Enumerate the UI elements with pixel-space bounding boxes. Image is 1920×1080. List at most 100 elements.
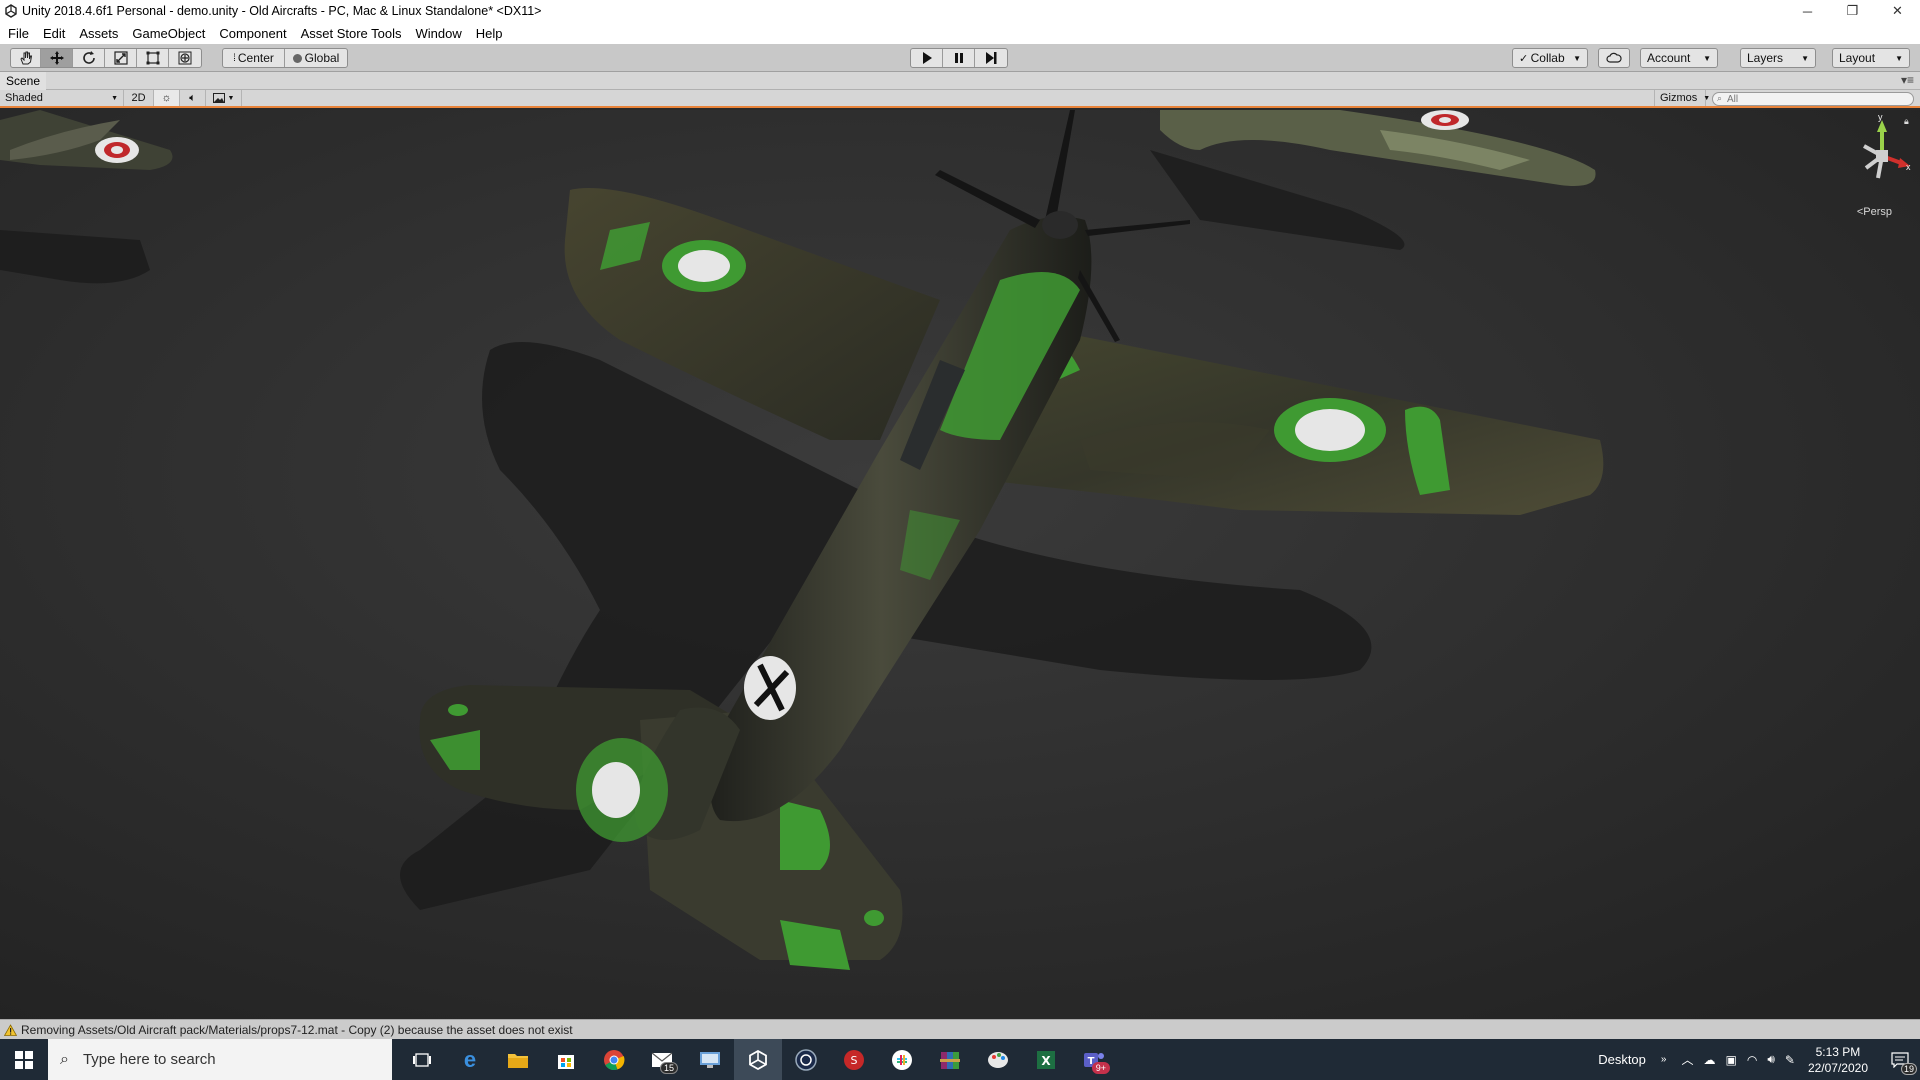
minimize-button[interactable]: ─ [1785,0,1830,22]
taskbar-paint[interactable] [974,1039,1022,1080]
menu-component[interactable]: Component [219,26,286,41]
taskbar-edge[interactable]: e [446,1039,494,1080]
menu-file[interactable]: File [8,26,29,41]
projection-toggle[interactable]: <Persp [1857,206,1892,218]
play-button[interactable] [911,49,943,67]
lock-icon[interactable]: 🔒︎ [1904,116,1909,127]
globe-icon [292,53,302,63]
taskbar-unity[interactable] [734,1039,782,1080]
task-view-button[interactable] [398,1039,446,1080]
taskbar-slack[interactable] [878,1039,926,1080]
menu-edit[interactable]: Edit [43,26,65,41]
pivot-space-button[interactable]: Global [285,49,347,67]
unity-logo-icon [4,4,18,18]
tab-menu-icon[interactable]: ▾≡ [1901,73,1914,87]
taskbar-clock[interactable]: 5:13 PM 22/07/2020 [1808,1044,1868,1076]
close-button[interactable]: ✕ [1875,0,1920,22]
layout-dropdown[interactable]: Layout ▼ [1832,48,1910,68]
archive-icon [940,1051,960,1069]
main-toolbar: ⁞ Center Global ✓ Collab ▼ Account ▼ Lay… [0,44,1920,72]
volume-icon[interactable]: 🔊︎ [1767,1052,1775,1067]
move-icon [49,51,64,65]
taskbar-mail[interactable]: 15 [638,1039,686,1080]
menu-window[interactable]: Window [416,26,462,41]
scene-viewport[interactable]: y x 🔒︎ <Persp [0,110,1920,1019]
scene-render [0,110,1920,1019]
scale-tool-button[interactable] [105,49,137,67]
fuselage-cross-marking [744,656,796,720]
wifi-icon[interactable]: ◠ [1747,1053,1757,1067]
audio-toggle[interactable]: 🔈︎ [180,90,206,106]
menu-asset-store-tools[interactable]: Asset Store Tools [301,26,402,41]
taskbar-store[interactable] [542,1039,590,1080]
scene-tab-bar: Scene ▾≡ [0,72,1920,90]
pen-ink-icon[interactable]: ✎ [1785,1053,1795,1067]
tab-scene[interactable]: Scene [0,72,47,90]
taskbar-winrar[interactable] [926,1039,974,1080]
scene-control-bar: Shaded ▼ 2D ☼ 🔈︎ ▼ Gizmos ▼ ⌕ All [0,90,1920,108]
pause-button[interactable] [943,49,975,67]
axis-gizmo-icon [1863,120,1910,179]
notification-center-button[interactable]: 19 [1880,1039,1920,1080]
rotate-icon [82,51,95,64]
gizmos-dropdown[interactable]: Gizmos ▼ [1654,90,1710,106]
gizmo-y-label: y [1878,112,1883,122]
taskbar-excel[interactable]: X [1022,1039,1070,1080]
start-button[interactable] [0,1039,48,1080]
lighting-toggle[interactable]: ☼ [154,90,180,106]
menu-gameobject[interactable]: GameObject [132,26,205,41]
mode-2d-toggle[interactable]: 2D [124,90,154,106]
network-status-icon[interactable]: ▣ [1725,1053,1736,1067]
step-button[interactable] [975,49,1007,67]
taskbar-search-input[interactable]: ⌕ Type here to search [48,1039,392,1080]
rotate-tool-button[interactable] [73,49,105,67]
double-chevron-icon[interactable]: » [1661,1054,1667,1065]
chevron-down-icon: ▼ [227,94,235,102]
combined-transform-icon [178,51,192,65]
pivot-icon: ⁞ [233,52,236,64]
orientation-gizmo[interactable]: y x 🔒︎ [1852,112,1912,206]
onedrive-cloud-icon[interactable]: ☁ [1703,1053,1715,1067]
layers-dropdown[interactable]: Layers ▼ [1740,48,1816,68]
edge-icon: e [463,1046,477,1072]
taskbar-chrome[interactable] [590,1039,638,1080]
restore-button[interactable]: ❐ [1830,0,1875,22]
warning-icon [4,1023,17,1036]
move-tool-button[interactable] [41,49,73,67]
taskbar-cinema4d[interactable] [782,1039,830,1080]
taskbar-file-explorer[interactable] [494,1039,542,1080]
cloud-button[interactable] [1598,48,1630,68]
show-hidden-icons-icon[interactable]: ︿ [1681,1051,1693,1068]
menu-help[interactable]: Help [476,26,503,41]
hand-tool-button[interactable] [11,49,41,67]
collab-dropdown[interactable]: ✓ Collab ▼ [1512,48,1588,68]
chevron-down-icon: ▼ [1895,53,1903,63]
search-icon: ⌕ [60,1050,69,1068]
cinema4d-icon [795,1048,817,1071]
windows-taskbar: ⌕ Type here to search e 15 S X T 9+ Desk… [0,1039,1920,1080]
console-status-bar[interactable]: Removing Assets/Old Aircraft pack/Materi… [0,1019,1920,1039]
chevron-down-icon: ▼ [1703,94,1711,102]
task-view-icon [413,1052,431,1067]
shading-mode-dropdown[interactable]: Shaded ▼ [0,90,124,106]
account-dropdown[interactable]: Account ▼ [1640,48,1718,68]
pivot-group: ⁞ Center Global [222,48,348,68]
taskbar-substance[interactable]: S [830,1039,878,1080]
pivot-center-button[interactable]: ⁞ Center [223,49,285,67]
scene-search-input[interactable]: ⌕ All [1712,92,1914,106]
taskbar-teams[interactable]: T 9+ [1070,1039,1118,1080]
menu-assets[interactable]: Assets [79,26,118,41]
chevron-down-icon: ▼ [1801,53,1809,63]
svg-text:X: X [1041,1054,1051,1068]
taskbar-remote-desktop[interactable] [686,1039,734,1080]
teams-badge: 9+ [1091,1062,1110,1074]
rect-tool-button[interactable] [137,49,169,67]
effects-dropdown[interactable]: ▼ [206,90,242,106]
transform-tool-button[interactable] [169,49,201,67]
chevron-down-icon: ▼ [1703,53,1711,63]
remote-desktop-icon [700,1051,720,1068]
title-bar: Unity 2018.4.6f1 Personal - demo.unity -… [0,0,1920,22]
desktop-toolbar-label[interactable]: Desktop [1598,1052,1646,1067]
menu-bar: File Edit Assets GameObject Component As… [0,22,1920,44]
folder-icon [508,1053,528,1068]
